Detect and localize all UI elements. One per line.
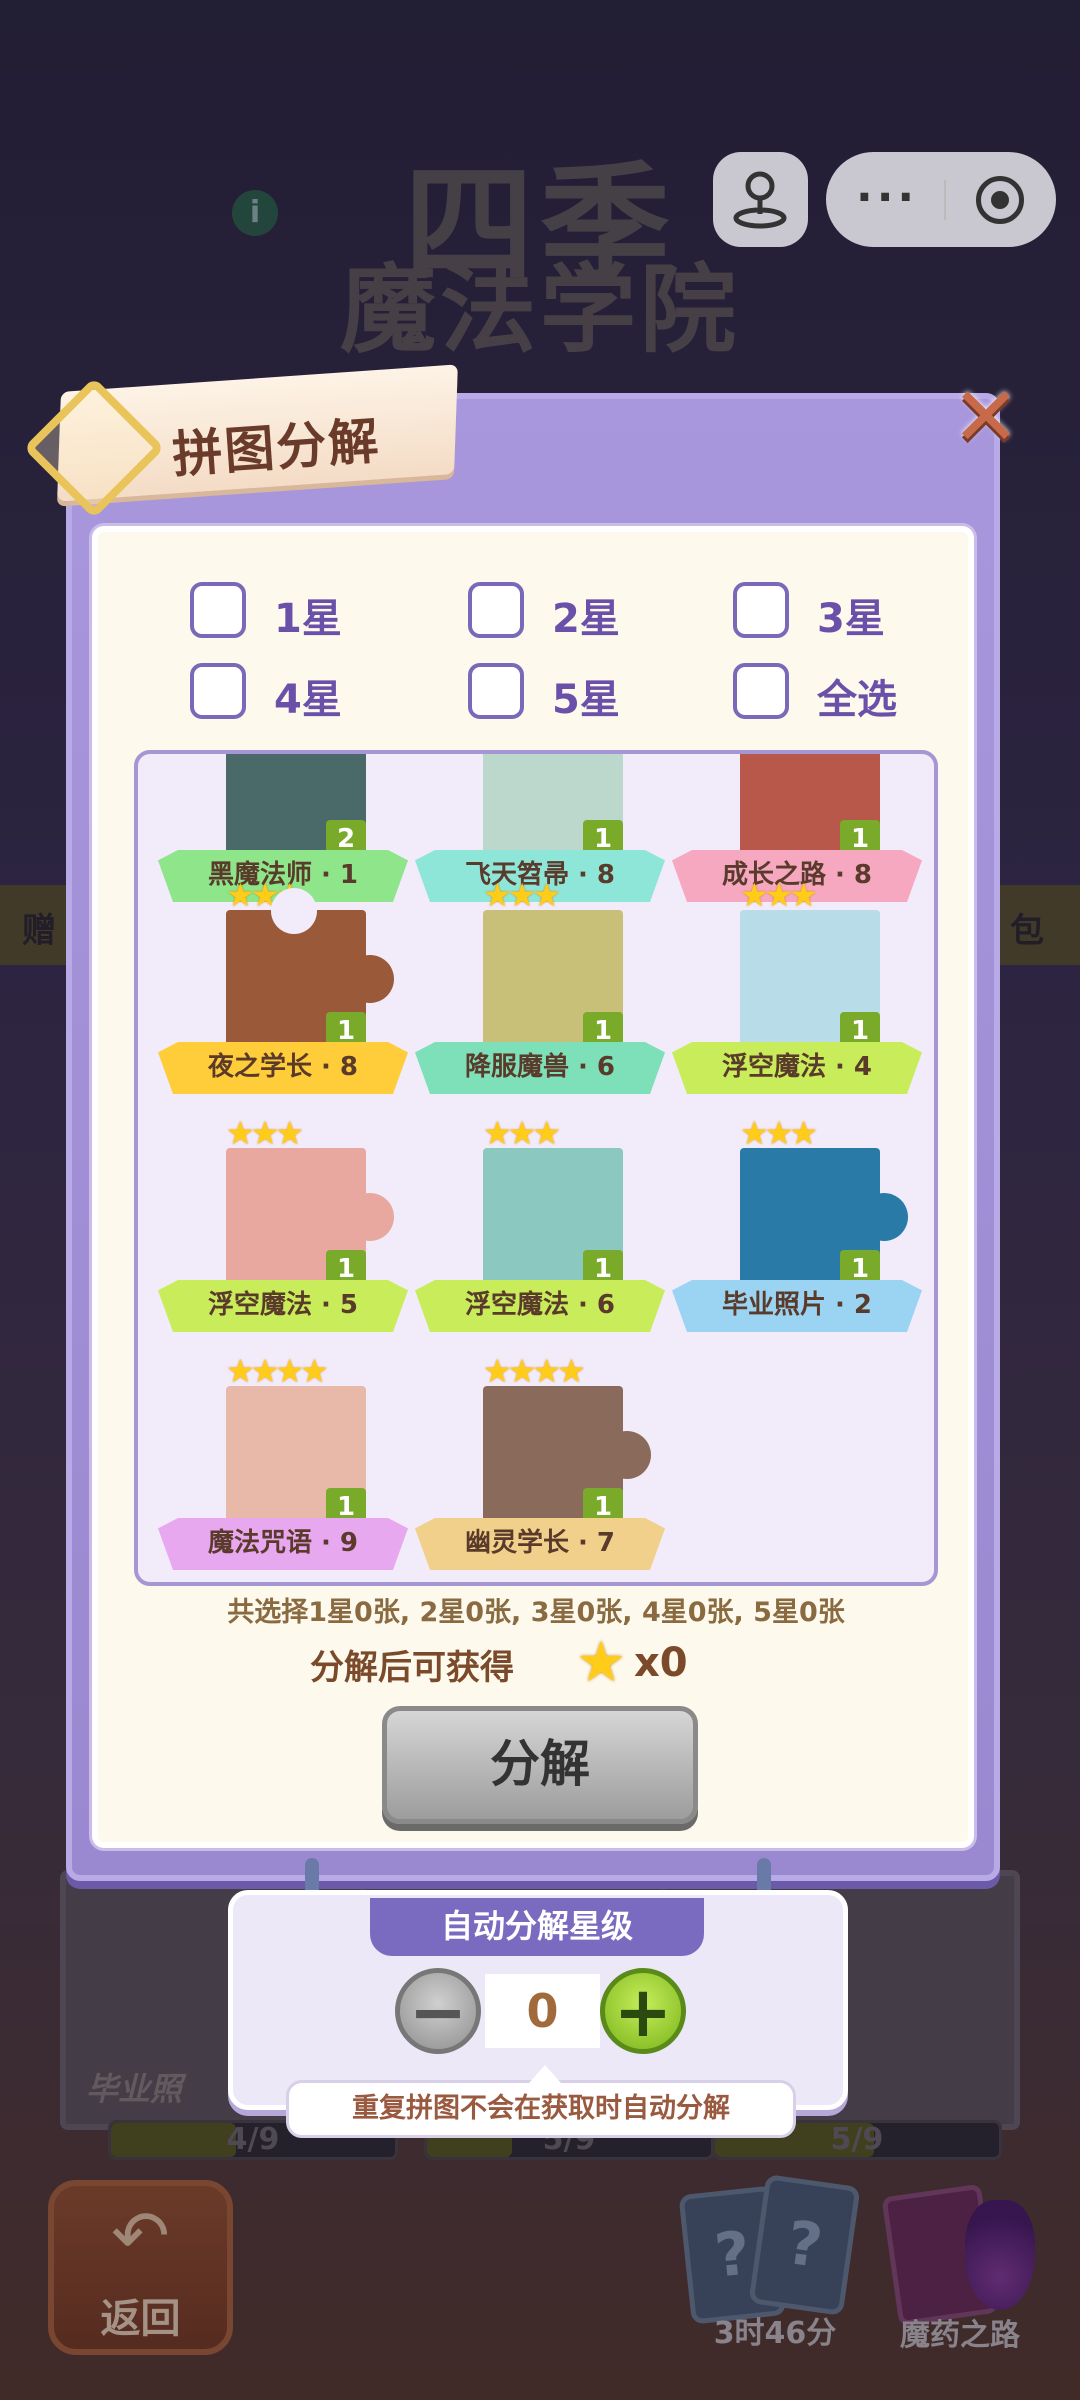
puzzle-piece-card[interactable]: ★★★ 1 夜之学长 · 8 <box>158 876 408 1096</box>
reward-label: 分解后可获得 <box>310 1648 514 1688</box>
piece-name-ribbon: 浮空魔法 · 5 <box>158 1280 408 1332</box>
star-rating-icon: ★★★ <box>740 876 818 914</box>
star-rating-icon: ★★★★ <box>226 1352 329 1390</box>
checkbox-label: 4星 <box>274 677 342 723</box>
checkbox-label: 3星 <box>817 596 885 642</box>
puzzle-piece-card[interactable]: ★★★ 1 降服魔兽 · 6 <box>415 876 665 1096</box>
checkbox-box[interactable] <box>190 582 246 638</box>
auto-decompose-note: 重复拼图不会在获取时自动分解 <box>286 2065 796 2138</box>
star-rating-icon: ★★★ <box>483 1114 561 1152</box>
increase-level-button[interactable]: + <box>600 1968 686 2054</box>
piece-name-ribbon: 毕业照片 · 2 <box>672 1280 922 1332</box>
minus-icon: − <box>408 1971 468 2053</box>
piece-name-ribbon: 浮空魔法 · 4 <box>672 1042 922 1094</box>
checkbox-box[interactable] <box>190 663 246 719</box>
close-miniprogram-icon[interactable] <box>976 176 1024 224</box>
piece-name-ribbon: 降服魔兽 · 6 <box>415 1042 665 1094</box>
checkbox-box[interactable] <box>733 663 789 719</box>
piece-name-ribbon: 幽灵学长 · 7 <box>415 1518 665 1570</box>
selection-summary: 共选择1星0张, 2星0张, 3星0张, 4星0张, 5星0张 <box>227 1597 845 1628</box>
piece-name-ribbon: 夜之学长 · 8 <box>158 1042 408 1094</box>
puzzle-knob <box>346 1193 394 1241</box>
checkbox-box[interactable] <box>468 663 524 719</box>
puzzle-piece-card[interactable]: ★★★ 1 浮空魔法 · 5 <box>158 1114 408 1334</box>
checkbox-label: 2星 <box>552 596 620 642</box>
checkbox-box[interactable] <box>468 582 524 638</box>
checkbox-label: 1星 <box>274 596 342 642</box>
checkbox-label: 5星 <box>552 677 620 723</box>
puzzle-piece-card[interactable]: ★★★ 1 毕业照片 · 2 <box>672 1114 922 1334</box>
puzzle-knob <box>860 1193 908 1241</box>
puzzle-piece-card[interactable]: ★★★★ 1 魔法咒语 · 9 <box>158 1352 408 1572</box>
filter-1star-checkbox[interactable]: 1星 <box>190 582 370 644</box>
filter-3star-checkbox[interactable]: 3星 <box>733 582 913 644</box>
decrease-level-button[interactable]: − <box>395 1968 481 2054</box>
puzzle-piece-card[interactable]: ★★★ 1 浮空魔法 · 6 <box>415 1114 665 1334</box>
checkbox-box[interactable] <box>733 582 789 638</box>
joystick-icon <box>733 171 787 229</box>
filter-select-all-checkbox[interactable]: 全选 <box>733 663 913 725</box>
star-rating-icon: ★★★ <box>226 1114 304 1152</box>
close-icon: ✕ <box>951 370 1021 465</box>
puzzle-knob <box>603 1431 651 1479</box>
more-options-button[interactable]: ··· <box>856 172 918 223</box>
star-rating-icon: ★★★ <box>483 876 561 914</box>
miniprogram-capsule: ··· <box>826 152 1056 247</box>
joystick-button[interactable] <box>713 152 808 247</box>
piece-name-ribbon: 浮空魔法 · 6 <box>415 1280 665 1332</box>
puzzle-piece-list[interactable]: 2 黑魔法师 · 1 1 飞天笤帚 · 8 1 成长之路 · 8 ★★★ 1 夜… <box>134 750 938 1586</box>
star-icon: ★ <box>576 1630 627 1695</box>
dialog-title: 拼图分解 <box>170 411 383 485</box>
puzzle-piece-card[interactable]: ★★★ 1 浮空魔法 · 4 <box>672 876 922 1096</box>
filter-4star-checkbox[interactable]: 4星 <box>190 663 370 725</box>
piece-name-ribbon: 魔法咒语 · 9 <box>158 1518 408 1570</box>
close-button[interactable]: ✕ <box>946 377 1026 460</box>
filter-2star-checkbox[interactable]: 2星 <box>468 582 648 644</box>
plus-icon: + <box>613 1971 673 2053</box>
auto-decompose-level-value: 0 <box>485 1974 600 2048</box>
reward-count: x0 <box>634 1640 688 1686</box>
auto-decompose-title: 自动分解星级 <box>370 1898 704 1956</box>
puzzle-piece-card[interactable]: ★★★★ 1 幽灵学长 · 7 <box>415 1352 665 1572</box>
star-rating-icon: ★★★★ <box>483 1352 586 1390</box>
star-rating-icon: ★★★ <box>740 1114 818 1152</box>
decompose-button[interactable]: 分解 <box>382 1706 698 1824</box>
capsule-divider <box>944 180 946 220</box>
checkbox-label: 全选 <box>817 677 897 723</box>
puzzle-knob <box>271 888 317 934</box>
puzzle-knob <box>346 955 394 1003</box>
filter-5star-checkbox[interactable]: 5星 <box>468 663 648 725</box>
